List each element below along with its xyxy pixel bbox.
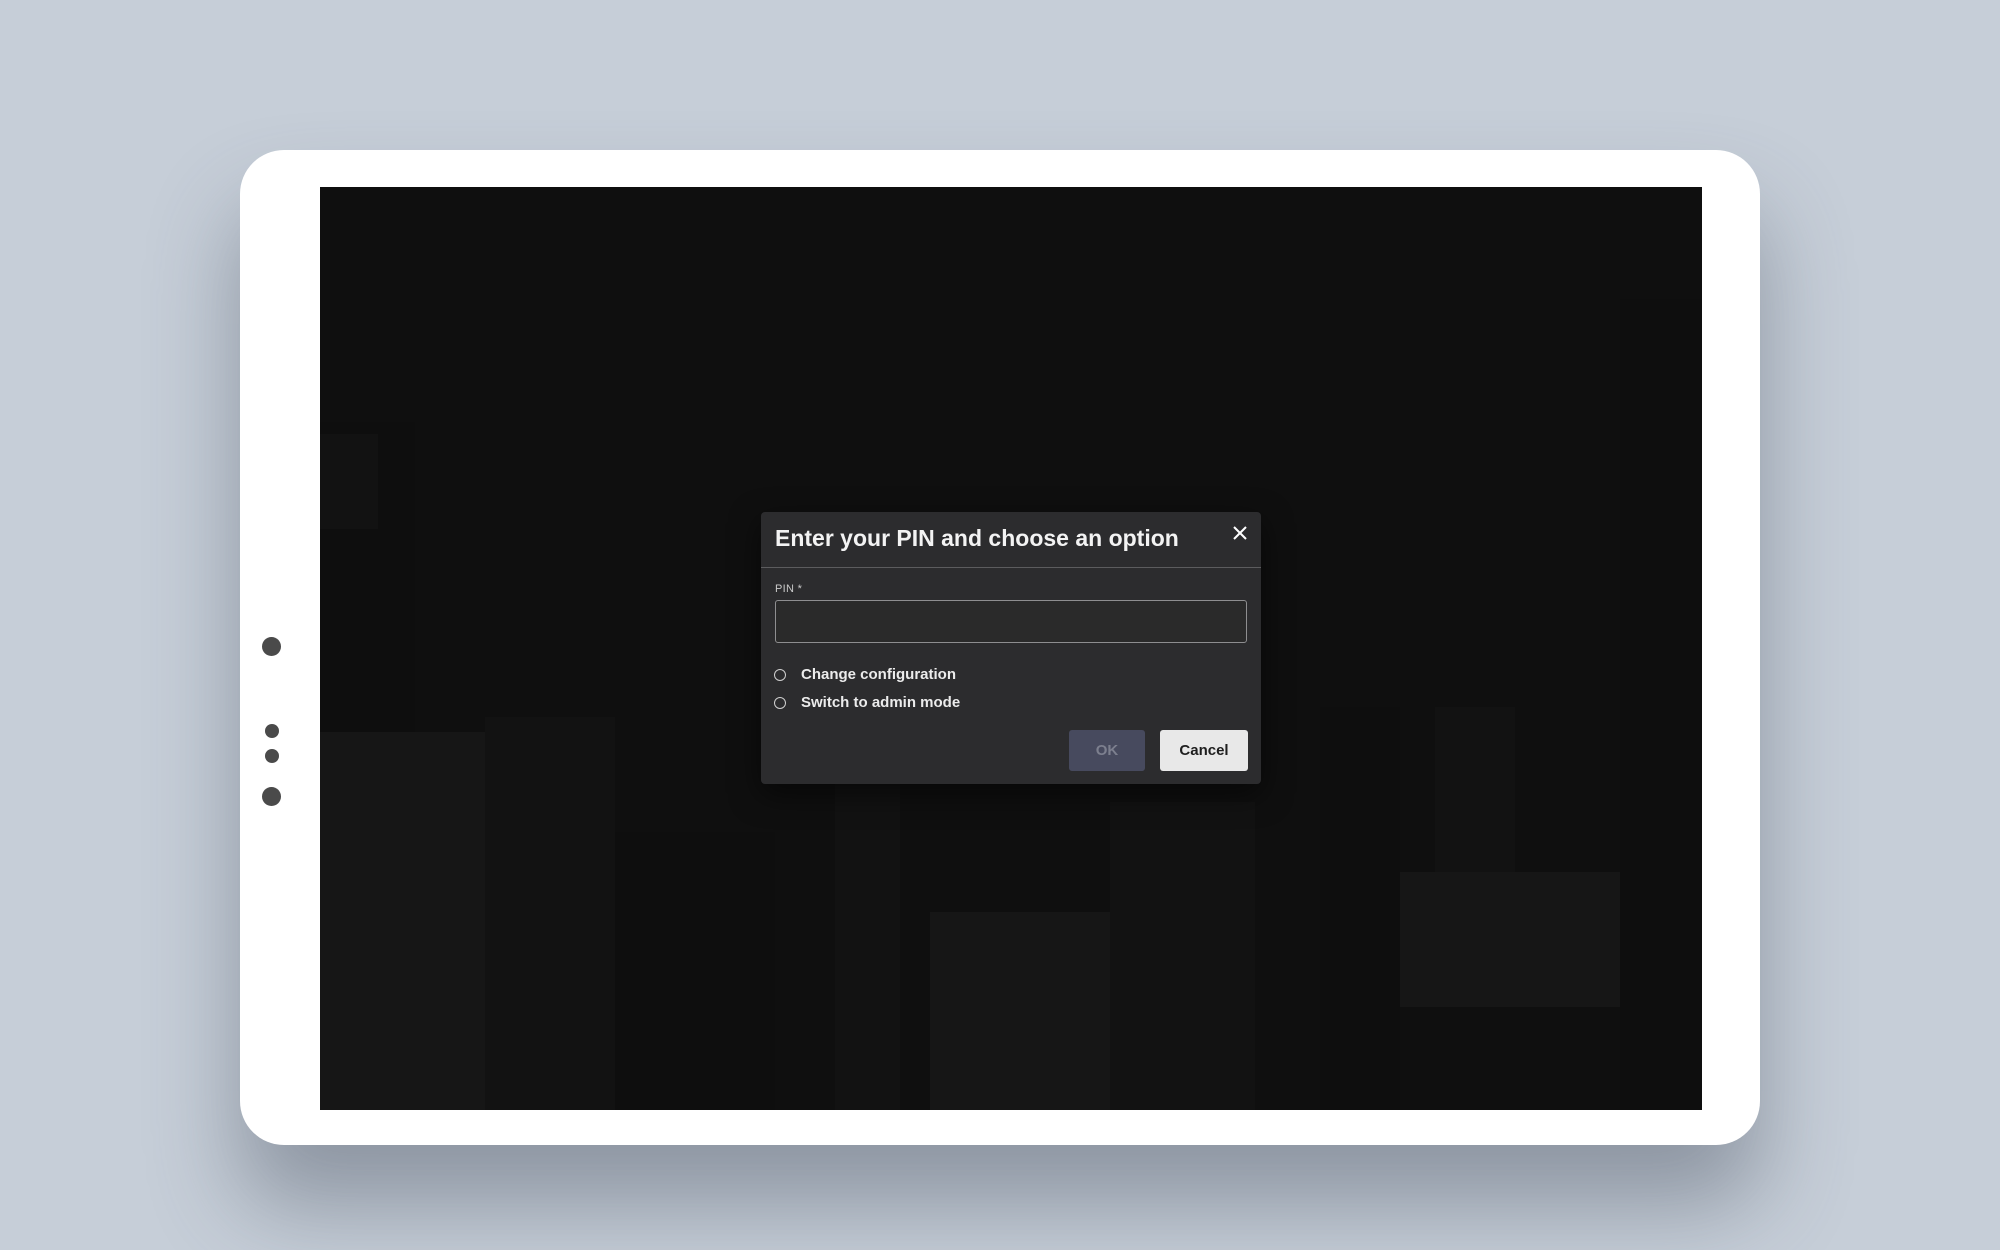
tablet-device: Enter your PIN and choose an option PIN … — [240, 150, 1760, 1145]
option-label: Change configuration — [801, 666, 956, 683]
hardware-button-top[interactable] — [262, 637, 281, 656]
tablet-screen: Enter your PIN and choose an option PIN … — [320, 187, 1702, 1110]
close-icon — [1233, 526, 1247, 540]
dialog-header: Enter your PIN and choose an option — [761, 512, 1261, 568]
pin-dialog: Enter your PIN and choose an option PIN … — [761, 512, 1261, 784]
radio-button-icon[interactable] — [774, 696, 786, 709]
option-change-configuration[interactable]: Change configuration — [774, 666, 956, 683]
close-button[interactable] — [1229, 522, 1251, 544]
hardware-button-bottom[interactable] — [262, 787, 281, 806]
hardware-volume-down[interactable] — [265, 749, 279, 763]
hardware-volume-up[interactable] — [265, 724, 279, 738]
option-switch-to-admin-mode[interactable]: Switch to admin mode — [774, 694, 960, 711]
option-label: Switch to admin mode — [801, 694, 961, 711]
cancel-button[interactable]: Cancel — [1160, 730, 1248, 771]
pin-field-label: PIN * — [775, 583, 803, 595]
pin-input[interactable] — [775, 600, 1247, 643]
dialog-title: Enter your PIN and choose an option — [775, 525, 1179, 551]
radio-button-icon[interactable] — [774, 668, 786, 681]
ok-button[interactable]: OK — [1069, 730, 1145, 771]
